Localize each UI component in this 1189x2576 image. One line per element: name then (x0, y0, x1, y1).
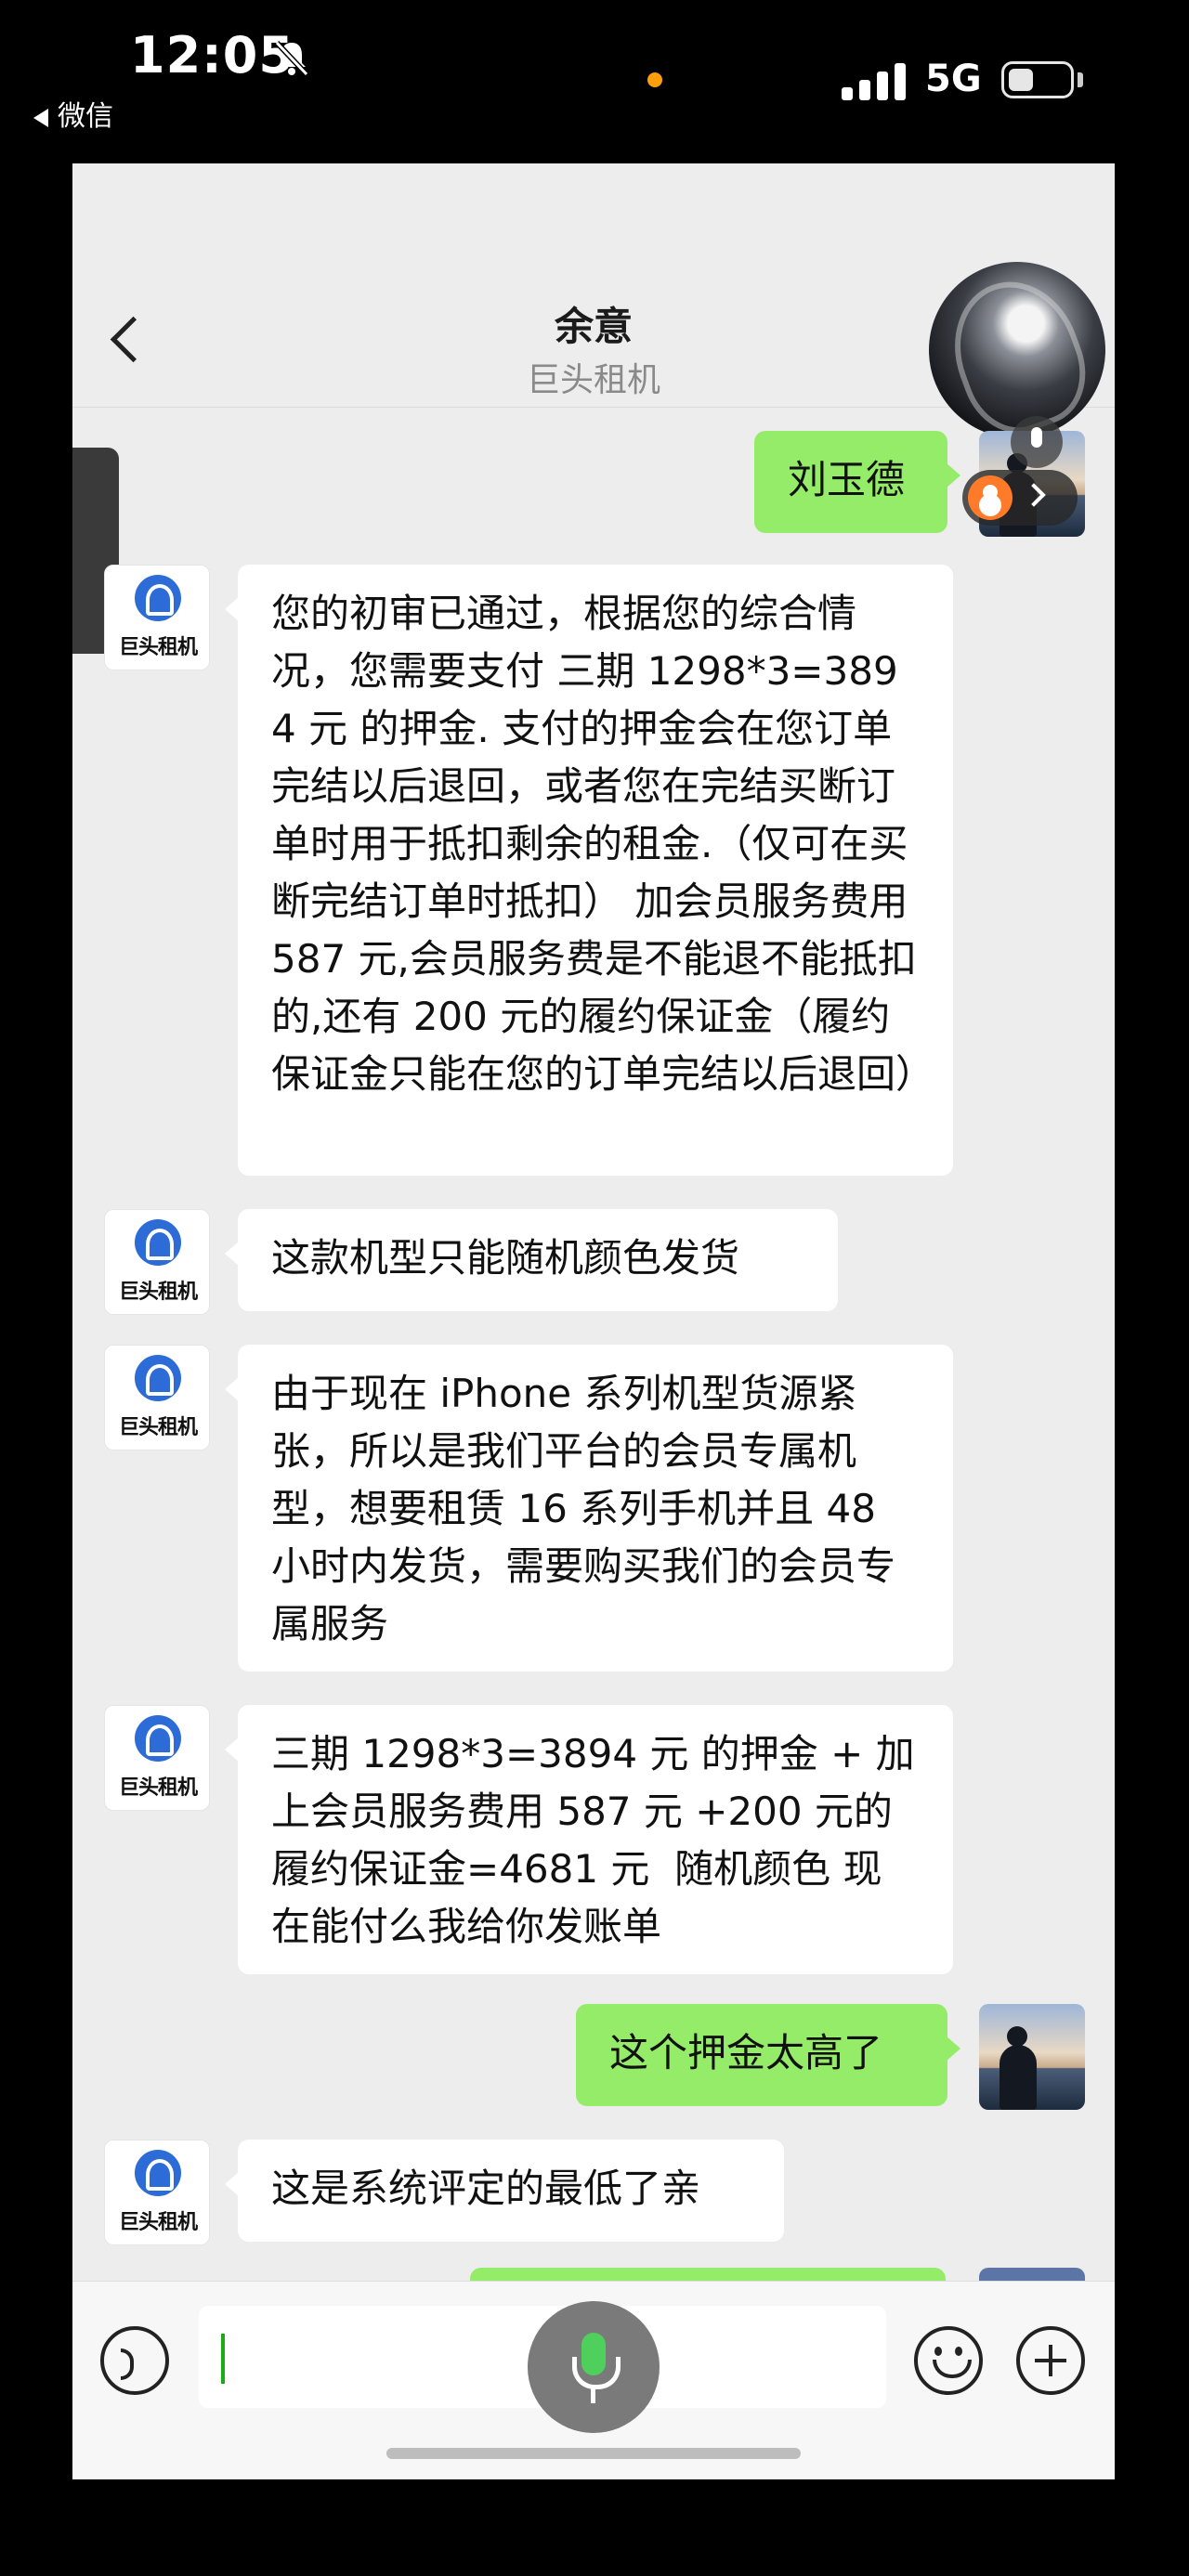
message-bubble-incoming[interactable]: 这款机型只能随机颜色发货 (225, 1209, 838, 1311)
brand-avatar-label: 巨头租机 (118, 1416, 198, 1439)
network-type: 5G (925, 58, 982, 100)
brand-avatar[interactable]: 巨头租机 (104, 2140, 210, 2245)
brand-avatar-label: 巨头租机 (118, 2211, 198, 2234)
home-indicator[interactable] (386, 2448, 801, 2459)
message-bubble-incoming[interactable]: 由于现在 iPhone 系列机型货源紧张，所以是我们平台的会员专属机型，想要租赁… (225, 1345, 953, 1672)
brand-logo-icon (135, 1715, 181, 1762)
emoji-button[interactable] (914, 2326, 983, 2395)
brand-logo-icon (135, 1355, 181, 1401)
status-bar: 12:05 微信 5G (0, 0, 1189, 158)
brand-avatar[interactable]: 巨头租机 (104, 1705, 210, 1811)
more-actions-button[interactable] (1016, 2326, 1085, 2395)
privacy-indicator-dot (647, 72, 662, 87)
message-bubble-incoming[interactable]: 您的初审已通过，根据您的综合情况，您需要支付 三期 1298*3=3894 元 … (225, 565, 953, 1176)
brand-avatar-label: 巨头租机 (118, 1281, 198, 1304)
message-bubble-incoming[interactable]: 这是系统评定的最低了亲 (225, 2140, 784, 2242)
contact-icon (968, 475, 1013, 520)
voice-input-button[interactable] (100, 2326, 169, 2395)
dictation-mic-button[interactable] (528, 2301, 660, 2433)
chat-window: 余意 巨头租机 刘玉德 巨头租机 您的初审已通过，根据您的综合情况，您需要支付 … (72, 163, 1115, 2479)
floating-call-avatar[interactable] (929, 262, 1105, 438)
chevron-right-icon (1022, 483, 1046, 507)
message-bubble-outgoing[interactable]: 刘玉德 (754, 431, 960, 533)
battery-cap (1078, 72, 1083, 87)
brand-avatar-label: 巨头租机 (118, 1776, 198, 1800)
text-caret (221, 2334, 225, 2384)
signal-bars-icon (842, 61, 907, 100)
brand-avatar-label: 巨头租机 (118, 636, 198, 659)
brand-logo-icon (135, 1219, 181, 1266)
message-bubble-peek (470, 2268, 946, 2281)
brand-avatar[interactable]: 巨头租机 (104, 565, 210, 670)
floating-mic-icon[interactable] (1011, 416, 1063, 468)
user-avatar[interactable] (979, 2004, 1085, 2110)
brand-avatar[interactable]: 巨头租机 (104, 1345, 210, 1451)
status-time: 12:05 (130, 26, 294, 85)
back-to-app-link[interactable]: 微信 (33, 93, 113, 134)
brand-logo-icon (135, 575, 181, 621)
back-app-label: 微信 (58, 100, 113, 133)
back-triangle-icon (33, 108, 48, 127)
floating-contact-pill[interactable] (962, 470, 1078, 526)
battery-icon (1001, 61, 1074, 98)
message-bubble-incoming[interactable]: 三期 1298*3=3894 元 的押金 + 加上会员服务费用 587 元 +2… (225, 1705, 953, 1974)
brand-logo-icon (135, 2150, 181, 2196)
user-avatar-peek (979, 2268, 1085, 2281)
silent-bell-icon (274, 40, 309, 77)
brand-avatar[interactable]: 巨头租机 (104, 1209, 210, 1315)
message-bubble-outgoing[interactable]: 这个押金太高了 (576, 2004, 960, 2106)
